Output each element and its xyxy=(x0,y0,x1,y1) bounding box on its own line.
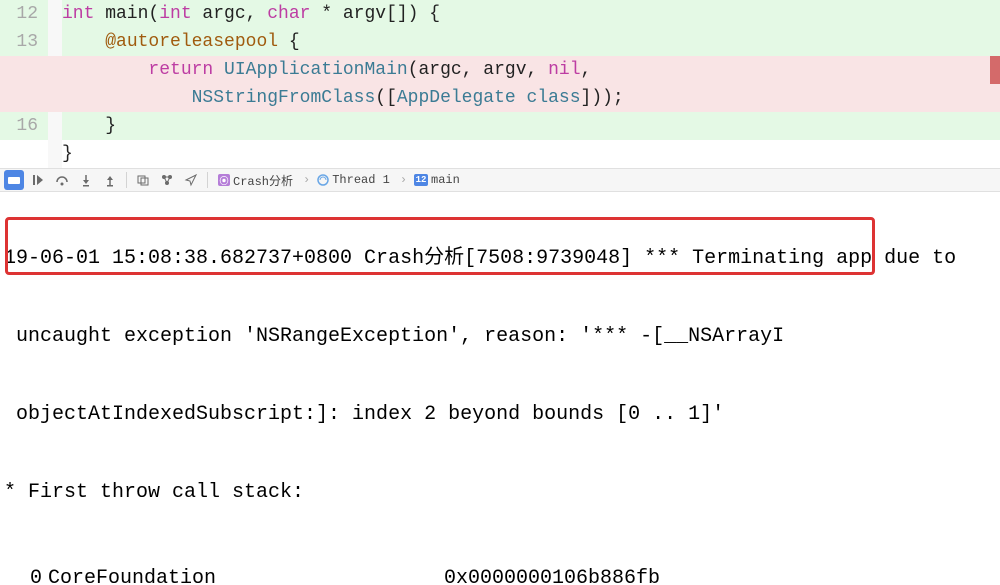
breadcrumb-frame[interactable]: 12 main xyxy=(396,173,464,187)
stack-frame-index: 0 xyxy=(4,566,48,585)
code-token: (argc, argv, xyxy=(408,60,548,80)
code-token: nil xyxy=(548,60,580,80)
code-token: int xyxy=(62,4,94,24)
console-line: * First throw call stack: xyxy=(4,480,1000,506)
code-token: NSStringFromClass xyxy=(192,88,376,108)
breadcrumb-process[interactable]: ⦿ Crash分析 xyxy=(214,172,297,189)
code-token xyxy=(516,88,527,108)
breadcrumb-thread[interactable]: Thread 1 xyxy=(299,173,394,187)
code-token: , xyxy=(581,60,592,80)
simulate-location-button[interactable] xyxy=(181,170,201,190)
code-token xyxy=(62,60,148,80)
continue-button[interactable] xyxy=(28,170,48,190)
stack-frame: 0CoreFoundation0x0000000106b886fb xyxy=(4,566,1000,585)
code-line[interactable]: return UIApplicationMain(argc, argv, nil… xyxy=(0,56,1000,84)
code-token: AppDelegate xyxy=(397,88,516,108)
breadcrumb-thread-label: Thread 1 xyxy=(332,173,390,187)
code-token: ([ xyxy=(375,88,397,108)
console-line: uncaught exception 'NSRangeException', r… xyxy=(4,324,1000,350)
code-token: ])); xyxy=(581,88,624,108)
debug-breadcrumb[interactable]: ⦿ Crash分析 Thread 1 12 main xyxy=(214,172,464,189)
code-token: UIApplicationMain xyxy=(224,60,408,80)
line-number: 12 xyxy=(0,0,38,28)
code-token xyxy=(62,32,105,52)
code-lines[interactable]: int main(int argc, char * argv[]) { @aut… xyxy=(62,0,1000,168)
code-line[interactable]: } xyxy=(62,140,1000,168)
console-line: 19-06-01 15:08:38.682737+0800 Crash分析[75… xyxy=(4,246,1000,272)
debug-memory-graph-button[interactable] xyxy=(157,170,177,190)
debug-console[interactable]: 19-06-01 15:08:38.682737+0800 Crash分析[75… xyxy=(0,192,1000,585)
toggle-debug-area-button[interactable] xyxy=(4,170,24,190)
stack-trace: 0CoreFoundation0x0000000106b886fb__excep… xyxy=(4,558,1000,585)
code-token: main( xyxy=(94,4,159,24)
step-into-button[interactable] xyxy=(76,170,96,190)
code-line[interactable]: } xyxy=(0,112,1000,140)
code-token: int xyxy=(159,4,191,24)
code-token xyxy=(213,60,224,80)
code-editor[interactable]: 1213141516 int main(int argc, char * arg… xyxy=(0,0,1000,168)
line-number: 16 xyxy=(0,112,38,140)
code-line[interactable]: NSStringFromClass([AppDelegate class])); xyxy=(0,84,1000,112)
code-token: return xyxy=(148,60,213,80)
stack-frame-library: CoreFoundation xyxy=(48,566,444,585)
console-line: objectAtIndexedSubscript:]: index 2 beyo… xyxy=(4,402,1000,428)
code-token: class xyxy=(527,88,581,108)
code-token: } xyxy=(62,144,73,164)
thread-icon xyxy=(317,174,329,186)
breadcrumb-process-label: Crash分析 xyxy=(233,172,293,189)
toolbar-separator xyxy=(207,172,208,188)
code-token: argc, xyxy=(192,4,268,24)
code-line[interactable]: @autoreleasepool { xyxy=(0,28,1000,56)
stack-frame-icon: 12 xyxy=(414,174,428,186)
code-token xyxy=(62,88,192,108)
debug-view-hierarchy-button[interactable] xyxy=(133,170,153,190)
step-out-button[interactable] xyxy=(100,170,120,190)
code-token: * argv[]) { xyxy=(310,4,440,24)
code-token: { xyxy=(278,32,300,52)
step-over-button[interactable] xyxy=(52,170,72,190)
code-token: @autoreleasepool xyxy=(105,32,278,52)
toolbar-separator xyxy=(126,172,127,188)
debug-toolbar: ⦿ Crash分析 Thread 1 12 main xyxy=(0,168,1000,192)
code-line[interactable]: int main(int argc, char * argv[]) { xyxy=(0,0,1000,28)
code-token: } xyxy=(62,116,116,136)
breadcrumb-frame-label: main xyxy=(431,173,460,187)
stack-frame-address: 0x0000000106b886fb xyxy=(444,566,660,585)
executable-icon: ⦿ xyxy=(218,174,230,186)
line-number: 13 xyxy=(0,28,38,56)
code-token: char xyxy=(267,4,310,24)
